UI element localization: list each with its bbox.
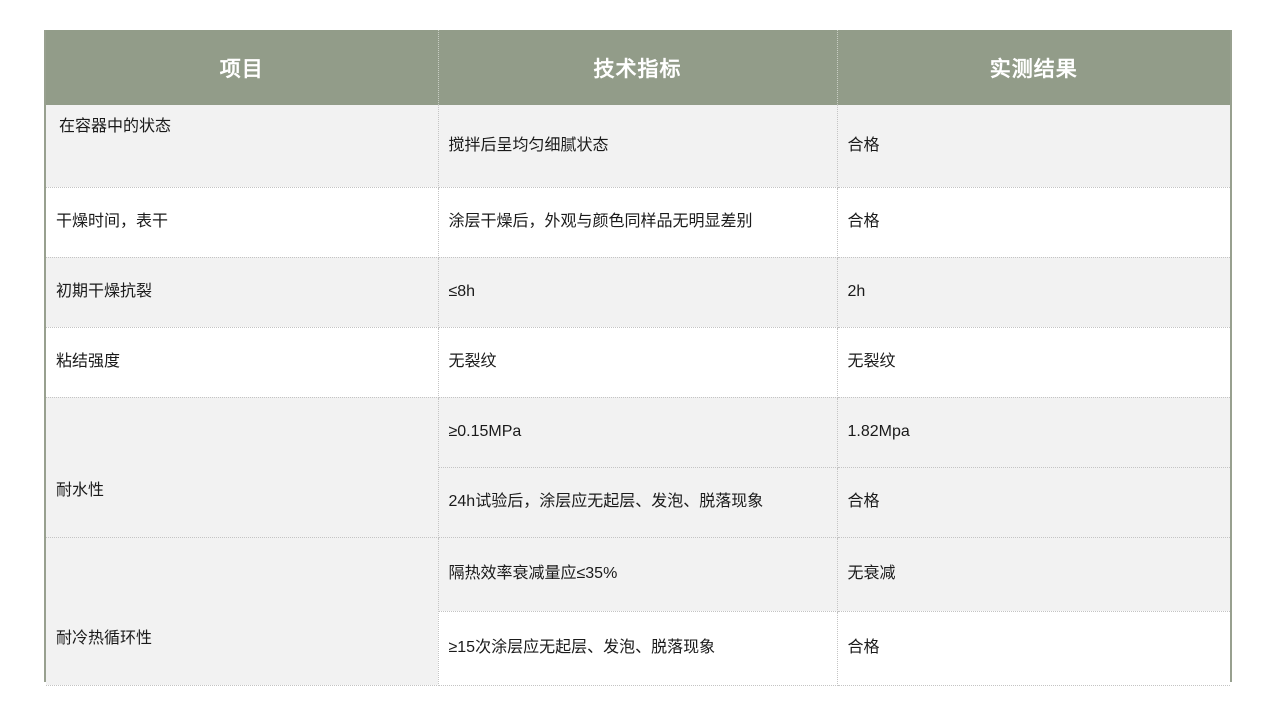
cell-spec: ≥0.15MPa bbox=[438, 397, 838, 468]
cell-item: 干燥时间，表干 bbox=[46, 187, 439, 258]
cell-spec: 隔热效率衰减量应≤35% bbox=[438, 537, 838, 612]
table-header-row: 项目 技术指标 实测结果 bbox=[46, 30, 1230, 105]
spec-table: 项目 技术指标 实测结果 在容器中的状态 搅拌后呈均匀细腻状态 合格 干燥时间，… bbox=[46, 30, 1230, 686]
cell-result: 2h bbox=[837, 257, 1230, 328]
table-row: 干燥时间，表干 涂层干燥后，外观与颜色同样品无明显差别 合格 bbox=[46, 187, 1230, 258]
table-row: 耐冷热循环性 隔热效率衰减量应≤35% 无衰减 bbox=[46, 537, 1230, 686]
cell-result: 合格 bbox=[837, 187, 1230, 258]
cell-spec: 搅拌后呈均匀细腻状态 bbox=[438, 105, 838, 188]
cell-result: 1.82Mpa bbox=[837, 397, 1230, 468]
cell-item-merged: 耐水性 bbox=[46, 397, 439, 538]
spec-table-container: 项目 技术指标 实测结果 在容器中的状态 搅拌后呈均匀细腻状态 合格 干燥时间，… bbox=[44, 30, 1232, 686]
table-body: 在容器中的状态 搅拌后呈均匀细腻状态 合格 干燥时间，表干 涂层干燥后，外观与颜… bbox=[46, 105, 1230, 686]
cell-result: 合格 bbox=[837, 467, 1230, 538]
table-row: 在容器中的状态 搅拌后呈均匀细腻状态 合格 bbox=[46, 105, 1230, 188]
cell-spec: 无裂纹 bbox=[438, 327, 838, 398]
cell-item-merged: 耐冷热循环性 bbox=[46, 537, 439, 686]
cell-spec: ≤8h bbox=[438, 257, 838, 328]
cell-spec: 24h试验后，涂层应无起层、发泡、脱落现象 bbox=[438, 467, 838, 538]
table-row: 初期干燥抗裂 ≤8h 2h bbox=[46, 257, 1230, 328]
cell-result: 无衰减 bbox=[837, 537, 1230, 612]
table-row: 耐水性 ≥0.15MPa 1.82Mpa bbox=[46, 397, 1230, 538]
cell-item-text: 在容器中的状态 bbox=[59, 118, 172, 135]
cell-item: 在容器中的状态 bbox=[46, 105, 439, 188]
column-header-item: 项目 bbox=[46, 30, 439, 105]
cell-item-text: 耐冷热循环性 bbox=[56, 629, 153, 647]
cell-spec: 涂层干燥后，外观与颜色同样品无明显差别 bbox=[438, 187, 838, 258]
cell-spec: ≥15次涂层应无起层、发泡、脱落现象 bbox=[438, 611, 838, 686]
cell-result: 合格 bbox=[837, 105, 1230, 188]
cell-item-text: 耐水性 bbox=[56, 481, 105, 499]
cell-item: 粘结强度 bbox=[46, 327, 439, 398]
column-header-spec: 技术指标 bbox=[438, 30, 838, 105]
cell-result: 无裂纹 bbox=[837, 327, 1230, 398]
column-header-result: 实测结果 bbox=[837, 30, 1230, 105]
table-header: 项目 技术指标 实测结果 bbox=[46, 30, 1230, 105]
table-row: 粘结强度 无裂纹 无裂纹 bbox=[46, 327, 1230, 398]
page-root: 项目 技术指标 实测结果 在容器中的状态 搅拌后呈均匀细腻状态 合格 干燥时间，… bbox=[0, 0, 1280, 720]
cell-result: 合格 bbox=[837, 611, 1230, 686]
cell-item: 初期干燥抗裂 bbox=[46, 257, 439, 328]
